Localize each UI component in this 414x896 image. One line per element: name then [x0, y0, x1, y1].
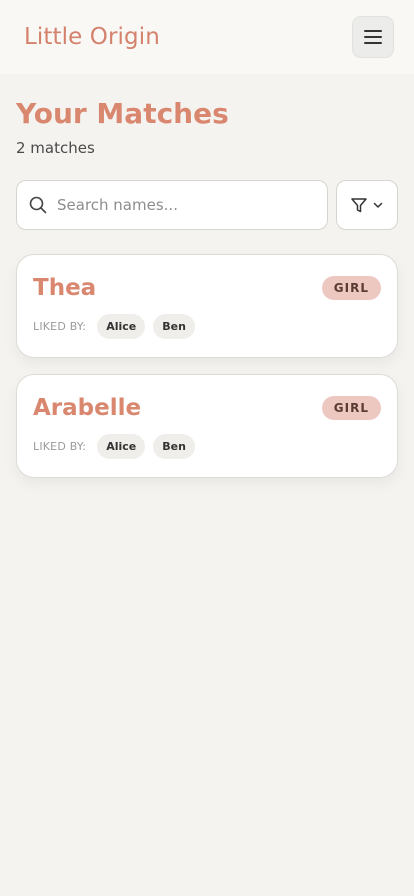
liker-chip: Alice [97, 434, 146, 459]
match-count: 2 matches [16, 139, 95, 157]
page-title: Your Matches [16, 97, 229, 130]
search-box[interactable] [16, 180, 328, 230]
liked-by-label: LIKED BY: [33, 440, 87, 453]
filter-icon [351, 197, 367, 212]
gender-badge: GIRL [321, 396, 381, 420]
liker-chip: Ben [153, 314, 195, 339]
matches-page: Your Matches 2 matches Thea GIRL LIKED B… [16, 96, 398, 478]
search-icon [29, 196, 47, 214]
gender-badge: GIRL [321, 276, 381, 300]
brand-logo[interactable]: Little Origin [24, 24, 160, 50]
liked-by-row: LIKED BY: Alice Ben [33, 434, 381, 459]
menu-button[interactable] [352, 16, 394, 58]
hamburger-icon [364, 30, 382, 44]
liked-by-row: LIKED BY: Alice Ben [33, 314, 381, 339]
search-input[interactable] [57, 196, 297, 214]
match-card[interactable]: Arabelle GIRL LIKED BY: Alice Ben [16, 374, 398, 478]
app-header: Little Origin [0, 0, 414, 74]
toolbar [16, 180, 398, 230]
liker-chip: Alice [97, 314, 146, 339]
filter-button[interactable] [336, 180, 398, 230]
chevron-down-icon [373, 202, 383, 208]
liked-by-label: LIKED BY: [33, 320, 87, 333]
liker-chip: Ben [153, 434, 195, 459]
match-card[interactable]: Thea GIRL LIKED BY: Alice Ben [16, 254, 398, 358]
